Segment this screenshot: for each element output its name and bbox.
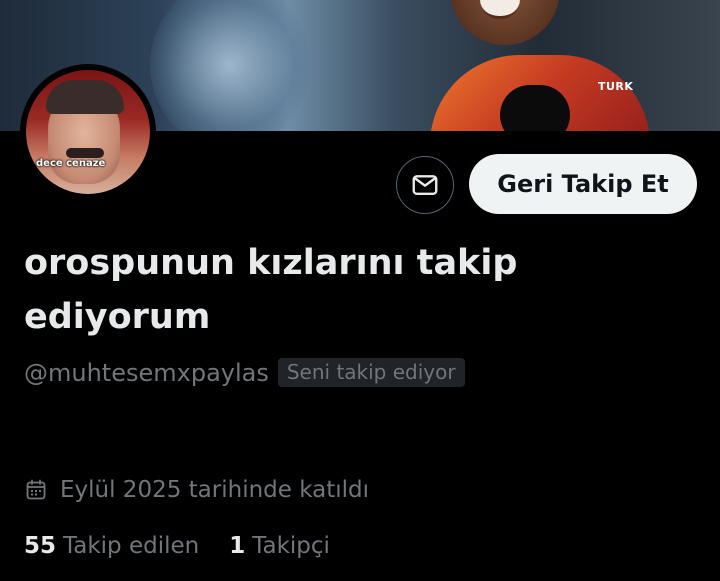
followers-label: Takipçi — [252, 533, 330, 559]
following-link[interactable]: 55 Takip edilen — [24, 533, 199, 559]
joined-date: Eylül 2025 tarihinde katıldı — [60, 477, 370, 503]
display-name: orospunun kızlarını takip ediyorum — [24, 243, 518, 337]
joined-date-row: Eylül 2025 tarihinde katıldı — [24, 477, 369, 503]
follow-back-button[interactable]: Geri Takip Et — [469, 154, 697, 214]
followers-link[interactable]: 1 Takipçi — [229, 533, 330, 559]
avatar[interactable]: dece cenaze — [20, 64, 156, 200]
message-button[interactable] — [396, 156, 454, 214]
following-label: Takip edilen — [63, 533, 200, 559]
username-handle: @muhtesemxpaylas — [24, 358, 269, 387]
followers-count: 1 — [229, 533, 246, 559]
avatar-hat — [46, 80, 124, 114]
banner-player-image: TURK — [430, 0, 660, 131]
banner-stadium-light — [150, 0, 310, 131]
follow-stats: 55 Takip edilen 1 Takipçi — [24, 533, 330, 559]
handle-row: @muhtesemxpaylas Seni takip ediyor — [24, 358, 465, 387]
avatar-image: dece cenaze — [26, 70, 150, 194]
follows-you-badge: Seni takip ediyor — [277, 358, 465, 387]
banner-jersey-text: TURK — [598, 80, 634, 93]
calendar-icon — [26, 479, 46, 500]
avatar-mustache — [66, 148, 104, 158]
following-count: 55 — [24, 533, 57, 559]
envelope-icon — [412, 175, 438, 195]
banner-glove — [500, 85, 570, 131]
avatar-caption: dece cenaze — [36, 158, 106, 169]
